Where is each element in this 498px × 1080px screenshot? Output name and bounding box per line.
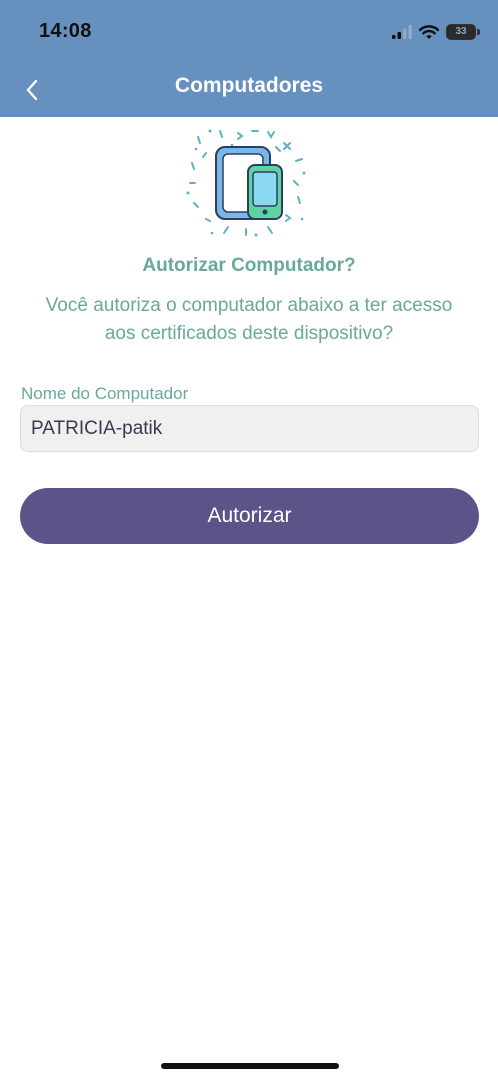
battery-icon: 33	[446, 24, 480, 40]
cellular-signal-icon	[392, 25, 412, 39]
app-header: 14:08 33 Computadores	[0, 0, 498, 117]
computer-name-label: Nome do Computador	[21, 384, 189, 403]
authorize-button[interactable]: Autorizar	[20, 488, 479, 544]
computer-name-field[interactable]	[20, 405, 479, 452]
status-icons: 33	[392, 20, 480, 44]
wifi-icon	[419, 24, 439, 39]
authorize-description: Você autoriza o computador abaixo a ter …	[45, 295, 453, 344]
tablet-phone-devices-icon	[186, 129, 306, 237]
page-title: Computadores	[174, 74, 324, 97]
authorize-title: Autorizar Computador?	[142, 255, 356, 276]
status-time: 14:08	[39, 20, 92, 42]
home-indicator	[161, 1063, 339, 1069]
battery-level: 33	[455, 26, 467, 37]
